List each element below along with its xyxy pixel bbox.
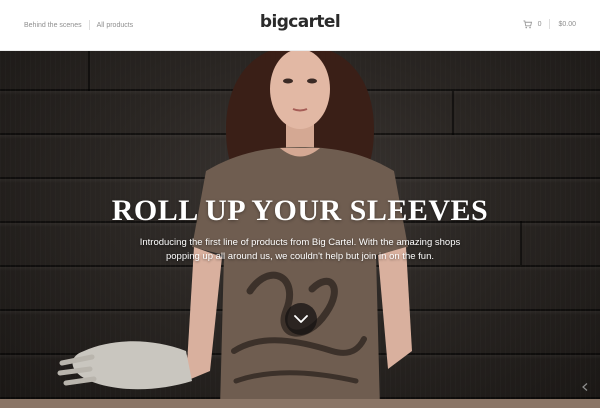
hero-banner: ROLL UP YOUR SLEEVES Introducing the fir… bbox=[0, 51, 600, 408]
section-divider bbox=[0, 399, 600, 408]
hero-description: Introducing the first line of products f… bbox=[139, 237, 461, 262]
cart-nav: 0 $0.00 bbox=[523, 19, 576, 29]
cart-total[interactable]: $0.00 bbox=[558, 21, 576, 28]
nav-divider bbox=[549, 19, 551, 29]
site-header: Behind the scenes All products bigcartel… bbox=[0, 0, 600, 51]
hero-title: ROLL UP YOUR SLEEVES bbox=[111, 194, 489, 227]
chevron-left-icon[interactable] bbox=[582, 383, 588, 391]
scroll-down-button[interactable] bbox=[285, 303, 317, 335]
hero-photo bbox=[57, 51, 412, 408]
chevron-down-icon bbox=[294, 315, 308, 323]
cart-count[interactable]: 0 bbox=[538, 21, 542, 28]
cart-icon[interactable] bbox=[523, 19, 532, 29]
store-logo[interactable]: bigcartel bbox=[0, 12, 600, 32]
